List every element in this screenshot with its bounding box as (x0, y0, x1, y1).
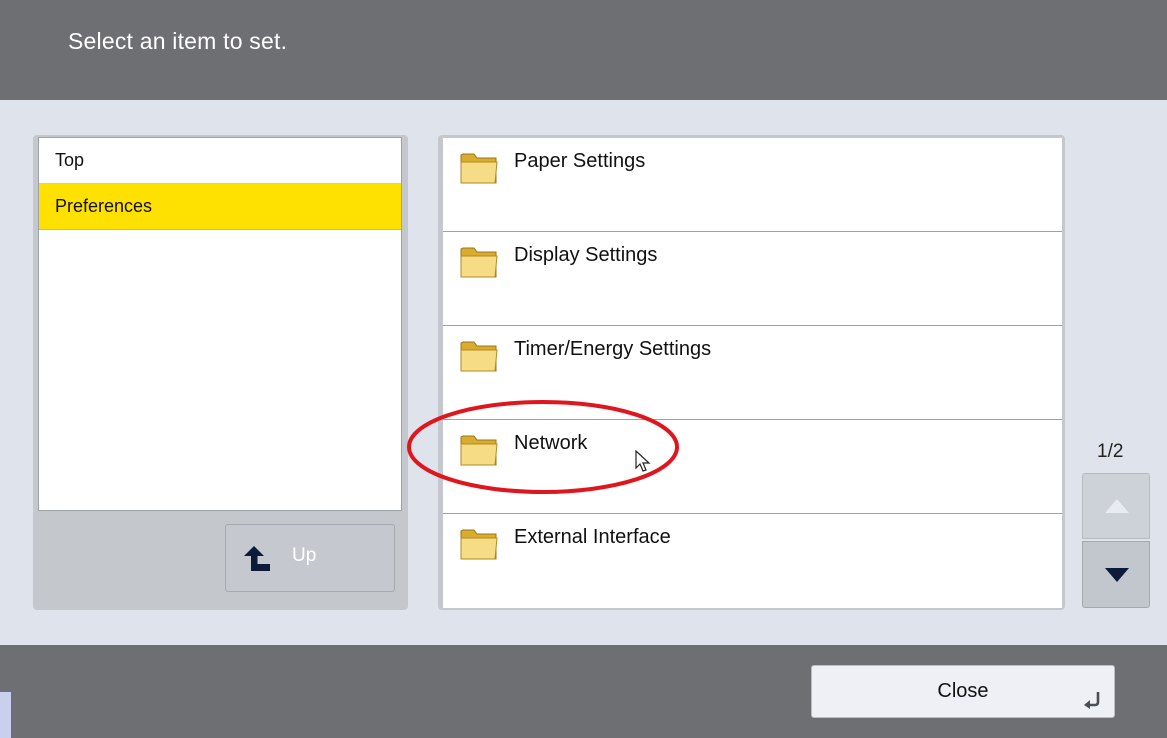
up-arrow-icon (244, 546, 270, 571)
close-button-label: Close (937, 680, 989, 702)
tree-item-top[interactable]: Top (39, 138, 401, 184)
list-item-display-settings[interactable]: Display Settings (443, 232, 1062, 326)
tree-list: Top Preferences (38, 137, 402, 511)
triangle-down-icon (1105, 568, 1129, 582)
up-button-label: Up (292, 545, 317, 566)
folder-icon (460, 153, 498, 184)
tree-item-preferences[interactable]: Preferences (39, 184, 401, 230)
tree-item-label: Preferences (55, 196, 153, 216)
scroll-down-button[interactable] (1082, 541, 1150, 608)
folder-icon (460, 435, 498, 466)
list-item-label: Display Settings (514, 244, 658, 266)
list-item-label: Paper Settings (514, 150, 646, 172)
folder-icon (460, 247, 498, 278)
list-item-timer-energy-settings[interactable]: Timer/Energy Settings (443, 326, 1062, 420)
scroll-up-button[interactable] (1082, 473, 1150, 539)
close-button[interactable]: Close (811, 665, 1115, 718)
instruction-text: Select an item to set. (68, 28, 288, 54)
header-bar: Select an item to set. (0, 0, 1167, 100)
folder-icon (460, 341, 498, 372)
list-item-external-interface[interactable]: External Interface (443, 514, 1062, 608)
edge-strip (0, 692, 11, 738)
tree-item-label: Top (55, 150, 85, 170)
list-item-paper-settings[interactable]: Paper Settings (443, 138, 1062, 232)
list-item-label: External Interface (514, 526, 671, 548)
list-item-network[interactable]: Network (443, 420, 1062, 514)
triangle-up-icon (1105, 499, 1129, 513)
folder-icon (460, 529, 498, 560)
list-item-label: Timer/Energy Settings (514, 338, 712, 360)
settings-list: Paper Settings Display Settings Timer/En… (443, 138, 1062, 608)
list-item-label: Network (514, 432, 588, 454)
page-indicator: 1/2 (1097, 441, 1124, 462)
mouse-cursor-icon (635, 450, 651, 472)
up-button[interactable]: Up (225, 524, 395, 592)
enter-return-icon (1084, 692, 1100, 709)
